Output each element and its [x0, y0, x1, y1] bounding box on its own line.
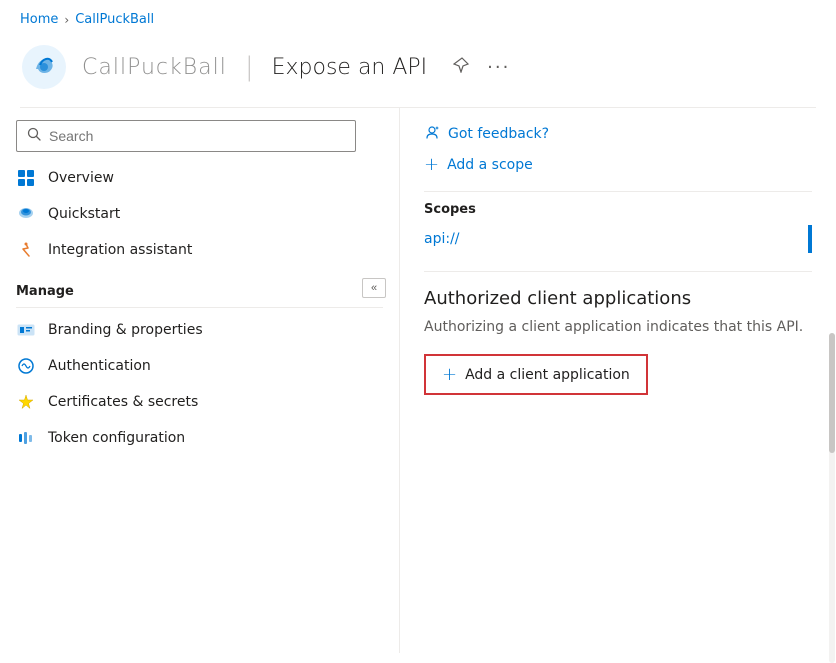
quickstart-icon	[16, 204, 36, 224]
breadcrumb: Home › CallPuckBall	[0, 0, 836, 35]
breadcrumb-current[interactable]: CallPuckBall	[75, 12, 154, 27]
certificates-icon	[16, 392, 36, 412]
scope-value: api://	[424, 231, 460, 247]
search-icon	[27, 127, 41, 145]
feedback-icon	[424, 124, 440, 144]
sidebar-item-token[interactable]: Token configuration	[0, 420, 399, 456]
manage-section-title: Manage	[0, 268, 399, 303]
sidebar-item-certificates[interactable]: Certificates & secrets	[0, 384, 399, 420]
integration-label: Integration assistant	[48, 242, 192, 258]
breadcrumb-home[interactable]: Home	[20, 12, 58, 27]
scopes-divider	[424, 191, 812, 192]
token-icon	[16, 428, 36, 448]
manage-divider	[16, 307, 383, 308]
branding-icon	[16, 320, 36, 340]
sidebar-nav: Overview Quickstart	[0, 160, 399, 653]
header-separator: |	[245, 52, 254, 82]
sidebar-item-quickstart[interactable]: Quickstart	[0, 196, 399, 232]
scopes-section-title: Scopes	[424, 202, 812, 217]
add-client-plus-icon: +	[442, 364, 457, 385]
authentication-label: Authentication	[48, 358, 151, 374]
add-scope-label: Add a scope	[447, 157, 533, 173]
content-area: Got feedback? + Add a scope Scopes api:/…	[400, 108, 836, 653]
add-client-label: Add a client application	[465, 367, 630, 383]
breadcrumb-separator: ›	[64, 13, 69, 27]
authentication-icon	[16, 356, 36, 376]
branding-label: Branding & properties	[48, 322, 203, 338]
page-header: CallPuckBall | Expose an API ···	[0, 35, 836, 107]
pin-icon[interactable]	[449, 53, 473, 81]
scope-item[interactable]: api://	[424, 225, 812, 253]
page-title: Expose an API	[272, 55, 428, 80]
header-app-name: CallPuckBall	[82, 55, 227, 80]
scope-active-indicator	[808, 225, 812, 253]
search-bar[interactable]	[16, 120, 356, 152]
auth-divider	[424, 271, 812, 272]
search-input[interactable]	[49, 128, 345, 144]
sidebar-item-authentication[interactable]: Authentication	[0, 348, 399, 384]
overview-icon	[16, 168, 36, 188]
more-options-icon[interactable]: ···	[483, 53, 514, 82]
add-client-button[interactable]: + Add a client application	[424, 354, 648, 395]
certificates-label: Certificates & secrets	[48, 394, 198, 410]
header-actions: ···	[449, 53, 514, 82]
authorized-description: Authorizing a client application indicat…	[424, 317, 812, 338]
sidebar-item-integration[interactable]: Integration assistant	[0, 232, 399, 268]
quickstart-label: Quickstart	[48, 206, 120, 222]
sidebar: « Overview	[0, 108, 400, 653]
collapse-sidebar-button[interactable]: «	[362, 278, 386, 298]
sidebar-item-overview[interactable]: Overview	[0, 160, 399, 196]
feedback-row[interactable]: Got feedback?	[424, 124, 812, 144]
integration-icon	[16, 240, 36, 260]
overview-label: Overview	[48, 170, 114, 186]
main-layout: « Overview	[0, 108, 836, 653]
feedback-label: Got feedback?	[448, 126, 549, 142]
add-scope-row[interactable]: + Add a scope	[424, 154, 812, 175]
app-icon	[20, 43, 68, 91]
token-label: Token configuration	[48, 430, 185, 446]
sidebar-item-branding[interactable]: Branding & properties	[0, 312, 399, 348]
add-scope-plus-icon: +	[424, 154, 439, 175]
authorized-title: Authorized client applications	[424, 288, 812, 309]
